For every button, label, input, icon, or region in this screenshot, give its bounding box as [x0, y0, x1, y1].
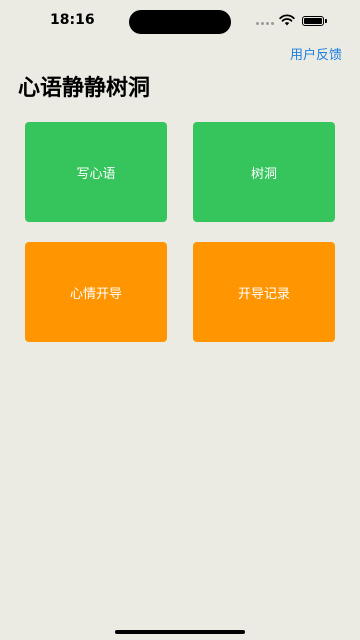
- page-title: 心语静静树洞: [18, 76, 151, 101]
- battery-icon: [302, 16, 327, 26]
- wifi-icon: [279, 14, 295, 26]
- status-time: 18:16: [50, 12, 95, 28]
- guidance-records-button[interactable]: 开导记录: [193, 242, 335, 342]
- dynamic-island: [129, 10, 231, 34]
- feedback-link[interactable]: 用户反馈: [290, 44, 342, 63]
- signal-icon: [256, 22, 274, 25]
- tree-hole-button[interactable]: 树洞: [193, 122, 335, 222]
- tile-grid: 写心语 树洞 心情开导 开导记录: [25, 122, 335, 342]
- status-bar: 18:16: [0, 0, 360, 44]
- write-heart-words-button[interactable]: 写心语: [25, 122, 167, 222]
- mood-guidance-button[interactable]: 心情开导: [25, 242, 167, 342]
- home-indicator[interactable]: [115, 630, 245, 634]
